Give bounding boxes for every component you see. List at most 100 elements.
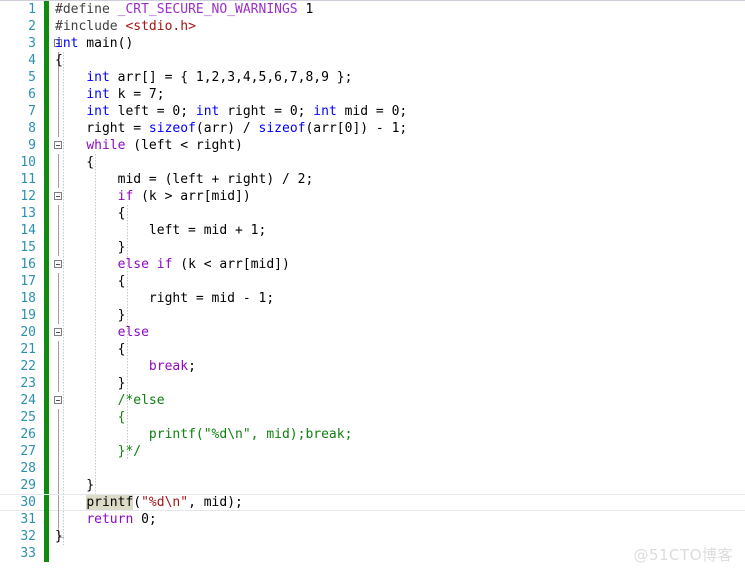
line-number: 11 [20, 172, 36, 187]
code-text[interactable]: } [55, 477, 94, 494]
code-token: { [55, 155, 95, 170]
code-token: right = mid - 1; [55, 291, 275, 306]
code-text[interactable]: #define _CRT_SECURE_NO_WARNINGS 1 [55, 1, 313, 18]
fold-column[interactable] [52, 545, 66, 562]
code-line[interactable]: 12 if (k > arr[mid]) [0, 188, 745, 205]
code-token: mid = (left + right) / 2; [55, 172, 314, 187]
code-line[interactable]: 10 { [0, 154, 745, 171]
code-line[interactable]: 20 else [0, 324, 745, 341]
code-line[interactable]: 15 } [0, 239, 745, 256]
code-line[interactable]: 6 int k = 7; [0, 86, 745, 103]
code-text[interactable]: int left = 0; int right = 0; int mid = 0… [55, 103, 407, 120]
code-text[interactable]: { [55, 273, 126, 290]
code-text[interactable]: } [55, 528, 63, 545]
line-number: 3 [28, 36, 36, 51]
code-line[interactable]: 18 right = mid - 1; [0, 290, 745, 307]
code-token: int [55, 36, 79, 51]
change-bar [44, 222, 49, 239]
change-bar [44, 18, 49, 35]
code-text[interactable]: right = sizeof(arr) / sizeof(arr[0]) - 1… [55, 120, 407, 137]
code-line[interactable]: 27 }*/ [0, 443, 745, 460]
code-token: { [55, 342, 126, 357]
code-line[interactable]: 17 { [0, 273, 745, 290]
change-bar [44, 477, 49, 494]
code-text[interactable]: right = mid - 1; [55, 290, 274, 307]
change-bar [44, 239, 49, 256]
code-text[interactable]: #include <stdio.h> [55, 18, 196, 35]
code-token: }*/ [117, 444, 142, 459]
code-text[interactable]: else if (k < arr[mid]) [55, 256, 290, 273]
code-line[interactable]: 2 #include <stdio.h> [0, 18, 745, 35]
code-line[interactable]: 24 /*else [0, 392, 745, 409]
code-text[interactable]: { [55, 409, 126, 426]
code-line[interactable]: 32} [0, 528, 745, 545]
code-line[interactable]: 8 right = sizeof(arr) / sizeof(arr[0]) -… [0, 120, 745, 137]
code-line[interactable]: 23 } [0, 375, 745, 392]
code-text[interactable]: { [55, 154, 94, 171]
code-text[interactable]: }*/ [55, 443, 141, 460]
code-line[interactable]: 13 { [0, 205, 745, 222]
code-text[interactable]: if (k > arr[mid]) [55, 188, 251, 205]
change-bar [44, 443, 49, 460]
code-line[interactable]: 14 left = mid + 1; [0, 222, 745, 239]
change-bar [44, 52, 49, 69]
code-text[interactable]: } [55, 307, 126, 324]
code-line[interactable]: 3 int main() [0, 35, 745, 52]
code-text[interactable]: printf("%d\n", mid);break; [55, 426, 353, 443]
change-bar [44, 307, 49, 324]
code-line[interactable]: 28 [0, 460, 745, 477]
code-token: mid = 0; [336, 104, 408, 119]
code-line[interactable]: 4{ [0, 52, 745, 69]
code-text[interactable]: else [55, 324, 149, 341]
code-text[interactable]: mid = (left + right) / 2; [55, 171, 314, 188]
code-text[interactable]: { [55, 341, 126, 358]
code-line[interactable]: 29 } [0, 477, 745, 494]
code-line[interactable]: 11 mid = (left + right) / 2; [0, 171, 745, 188]
code-text[interactable]: } [55, 375, 126, 392]
code-line[interactable]: 16 else if (k < arr[mid]) [0, 256, 745, 273]
code-line[interactable]: 22 break; [0, 358, 745, 375]
code-token: right = [55, 121, 149, 136]
code-line[interactable]: 30 printf("%d\n", mid); [0, 494, 745, 512]
code-line[interactable]: 7 int left = 0; int right = 0; int mid =… [0, 103, 745, 120]
code-editor[interactable]: 1 #define _CRT_SECURE_NO_WARNINGS 1 2 #incl… [0, 0, 745, 573]
code-line[interactable]: 9 while (left < right) [0, 137, 745, 154]
line-number: 29 [20, 478, 36, 493]
code-line[interactable]: 26 printf("%d\n", mid);break; [0, 426, 745, 443]
code-line[interactable]: 31 return 0; [0, 511, 745, 528]
code-line[interactable]: 1 #define _CRT_SECURE_NO_WARNINGS 1 [0, 1, 745, 18]
code-token: "%d\n" [141, 495, 189, 510]
line-number: 33 [20, 546, 36, 561]
fold-column[interactable] [52, 460, 66, 477]
line-number: 18 [20, 291, 36, 306]
line-number: 30 [20, 495, 36, 510]
change-bar [44, 375, 49, 392]
change-bar [44, 154, 49, 171]
line-number: 2 [28, 19, 36, 34]
code-text[interactable]: printf("%d\n", mid); [55, 495, 243, 510]
code-token: _CRT_SECURE_NO_WARNINGS [117, 2, 298, 17]
code-token: k = 7; [109, 87, 165, 102]
code-line[interactable]: 21 { [0, 341, 745, 358]
change-bar [44, 171, 49, 188]
code-text[interactable]: while (left < right) [55, 137, 243, 154]
code-text[interactable]: } [55, 239, 126, 256]
code-line[interactable]: 25 { [0, 409, 745, 426]
code-text[interactable]: return 0; [55, 511, 156, 528]
code-text[interactable]: int k = 7; [55, 86, 165, 103]
code-text[interactable]: int arr[] = { 1,2,3,4,5,6,7,8,9 }; [55, 69, 352, 86]
code-text[interactable]: /*else [55, 392, 165, 409]
code-text[interactable]: left = mid + 1; [55, 222, 266, 239]
code-line[interactable]: 19 } [0, 307, 745, 324]
code-token: printf [86, 495, 134, 510]
change-bar [44, 341, 49, 358]
code-text[interactable]: break; [55, 358, 196, 375]
code-line[interactable]: 5 int arr[] = { 1,2,3,4,5,6,7,8,9 }; [0, 69, 745, 86]
code-token: sizeof [148, 121, 196, 136]
watermark: @51CTO博客 [633, 546, 733, 564]
code-text[interactable]: { [55, 205, 126, 222]
code-text[interactable]: int main() [55, 35, 133, 52]
code-text[interactable]: { [55, 52, 63, 69]
